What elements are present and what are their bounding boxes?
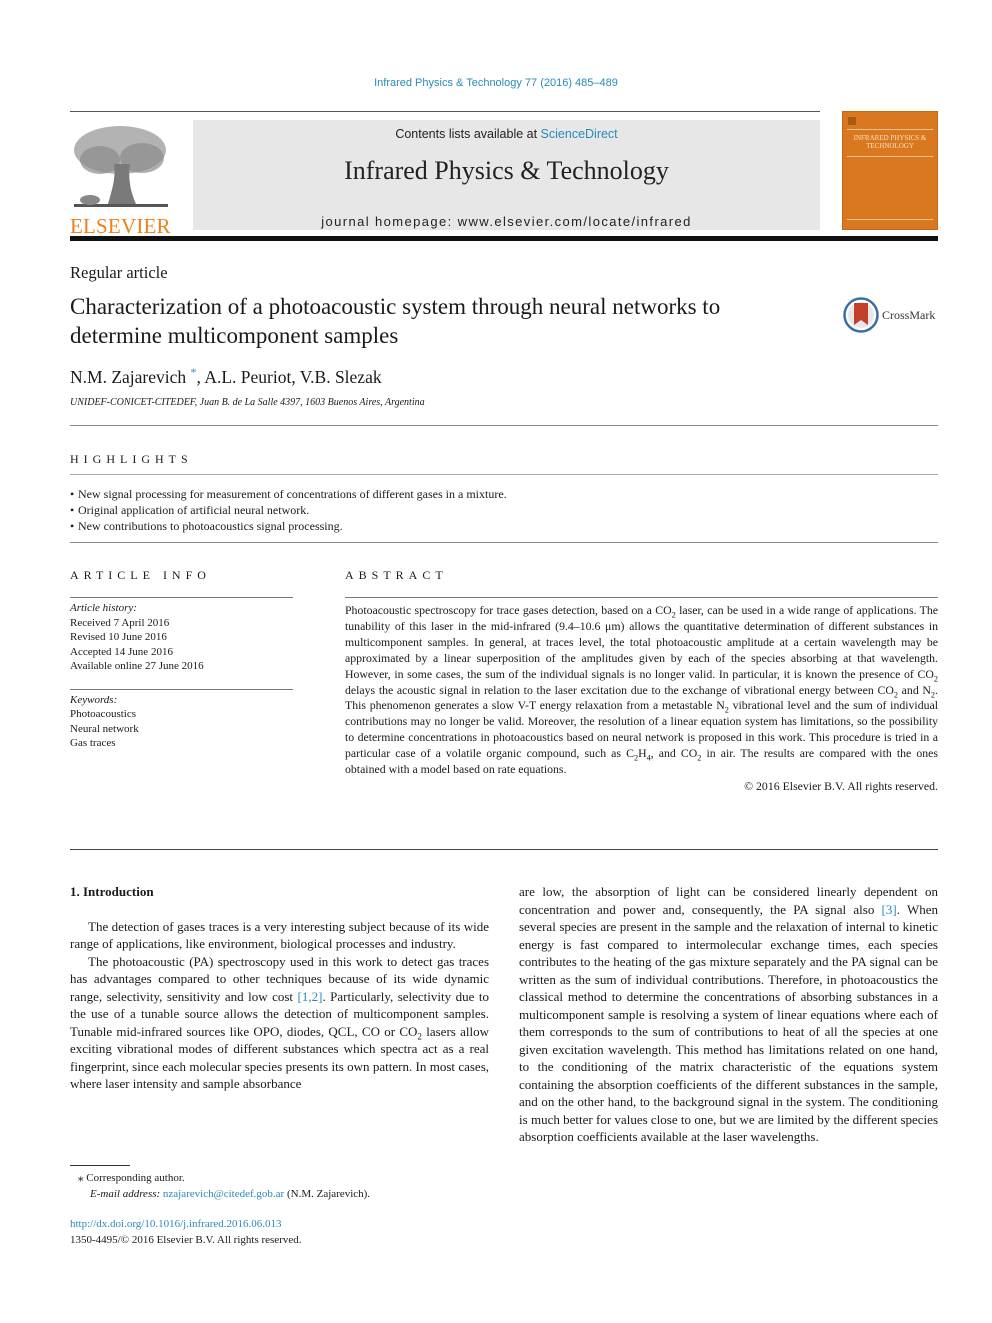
article-type: Regular article — [70, 263, 168, 282]
article-info: ARTICLE INFO Article history: Received 7… — [70, 568, 293, 751]
cover-rule — [847, 156, 933, 157]
paragraph: The detection of gases traces is a very … — [70, 918, 489, 952]
divider — [70, 474, 938, 475]
paragraph: The photoacoustic (PA) spectroscopy used… — [70, 953, 489, 1092]
journal-citation[interactable]: Infrared Physics & Technology 77 (2016) … — [0, 77, 992, 89]
paragraph: are low, the absorption of light can be … — [519, 884, 938, 1144]
highlight-item: • New contributions to photoacoustics sig… — [70, 518, 507, 534]
highlight-text: New contributions to photoacoustics sign… — [78, 519, 343, 533]
body-column-right: are low, the absorption of light can be … — [519, 883, 938, 1146]
highlights-heading: HIGHLIGHTS — [70, 452, 193, 466]
author-name[interactable]: N.M. Zajarevich — [70, 367, 186, 387]
contents-prefix: Contents lists available at — [395, 127, 541, 141]
contents-line: Contents lists available at ScienceDirec… — [193, 127, 820, 141]
highlights-list: • New signal processing for measurement o… — [70, 486, 507, 534]
author-list: N.M. Zajarevich *, A.L. Peuriot, V.B. Sl… — [70, 365, 382, 388]
footnotes: ⁎ Corresponding author. E-mail address: … — [70, 1170, 490, 1248]
divider — [70, 849, 938, 850]
reference-link[interactable]: [3] — [882, 902, 897, 917]
author-separator: , — [291, 366, 300, 387]
body-column-left: 1. Introduction The detection of gases t… — [70, 883, 489, 1093]
bullet-icon: • — [70, 487, 75, 501]
journal-cover[interactable]: INFRARED PHYSICS & TECHNOLOGY — [842, 111, 938, 230]
cover-rule — [847, 129, 933, 130]
journal-name: Infrared Physics & Technology — [344, 156, 669, 185]
crossmark-button[interactable]: CrossMark — [843, 297, 943, 333]
keywords-label: Keywords: — [70, 693, 118, 706]
history-online: Available online 27 June 2016 — [70, 660, 204, 672]
keyword: Gas traces — [70, 737, 116, 749]
sciencedirect-link[interactable]: ScienceDirect — [541, 127, 618, 141]
elsevier-logo[interactable]: ELSEVIER — [70, 120, 172, 238]
cover-logo-icon — [848, 117, 856, 125]
divider — [345, 597, 938, 598]
divider — [70, 542, 938, 543]
cover-rule — [847, 219, 933, 220]
highlight-item: • Original application of artificial neur… — [70, 502, 507, 518]
issn-copyright: 1350-4495/© 2016 Elsevier B.V. All right… — [70, 1234, 302, 1246]
journal-banner: Contents lists available at ScienceDirec… — [193, 120, 820, 230]
keyword: Neural network — [70, 722, 139, 735]
email-link[interactable]: nzajarevich@citedef.gob.ar — [163, 1188, 284, 1200]
bullet-icon: • — [70, 519, 75, 533]
article-info-heading: ARTICLE INFO — [70, 568, 211, 582]
elsevier-tree-icon — [74, 126, 168, 207]
bullet-icon: • — [70, 503, 75, 517]
header-rule — [70, 111, 820, 112]
author-name[interactable]: V.B. Slezak — [300, 367, 382, 387]
corresponding-author-note: Corresponding author. — [86, 1172, 185, 1184]
crossmark-icon — [843, 297, 879, 333]
divider — [70, 425, 938, 426]
email-label: E-mail address: — [90, 1188, 163, 1200]
abstract: ABSTRACT Photoacoustic spectroscopy for … — [345, 568, 938, 794]
history-label: Article history: — [70, 602, 137, 614]
cover-title: INFRARED PHYSICS & TECHNOLOGY — [853, 134, 927, 150]
crossmark-label: CrossMark — [882, 308, 936, 322]
header-thick-rule — [70, 236, 938, 241]
highlight-text: New signal processing for measurement of… — [78, 487, 507, 501]
article-title: Characterization of a photoacoustic syst… — [70, 294, 721, 348]
author-name[interactable]: A.L. Peuriot — [204, 367, 291, 387]
footnote-rule — [70, 1165, 130, 1166]
highlight-item: • New signal processing for measurement o… — [70, 486, 507, 502]
abstract-heading: ABSTRACT — [345, 568, 448, 582]
footnote-marker: ⁎ — [78, 1172, 84, 1184]
keyword: Photoacoustics — [70, 708, 136, 720]
reference-link[interactable]: [1,2] — [298, 989, 323, 1004]
highlight-text: Original application of artificial neura… — [78, 503, 310, 517]
doi-link[interactable]: http://dx.doi.org/10.1016/j.infrared.201… — [70, 1216, 490, 1232]
email-owner: (N.M. Zajarevich). — [284, 1188, 371, 1200]
history-received: Received 7 April 2016 — [70, 616, 170, 629]
divider — [70, 597, 293, 598]
divider — [70, 688, 293, 690]
abstract-copyright: © 2016 Elsevier B.V. All rights reserved… — [744, 778, 938, 793]
abstract-text: Photoacoustic spectroscopy for trace gas… — [345, 603, 939, 777]
history-accepted: Accepted 14 June 2016 — [70, 645, 173, 658]
section-heading: 1. Introduction — [70, 884, 154, 899]
history-revised: Revised 10 June 2016 — [70, 631, 167, 643]
journal-homepage[interactable]: journal homepage: www.elsevier.com/locat… — [193, 214, 820, 229]
affiliation: UNIDEF-CONICET-CITEDEF, Juan B. de La Sa… — [70, 397, 425, 408]
